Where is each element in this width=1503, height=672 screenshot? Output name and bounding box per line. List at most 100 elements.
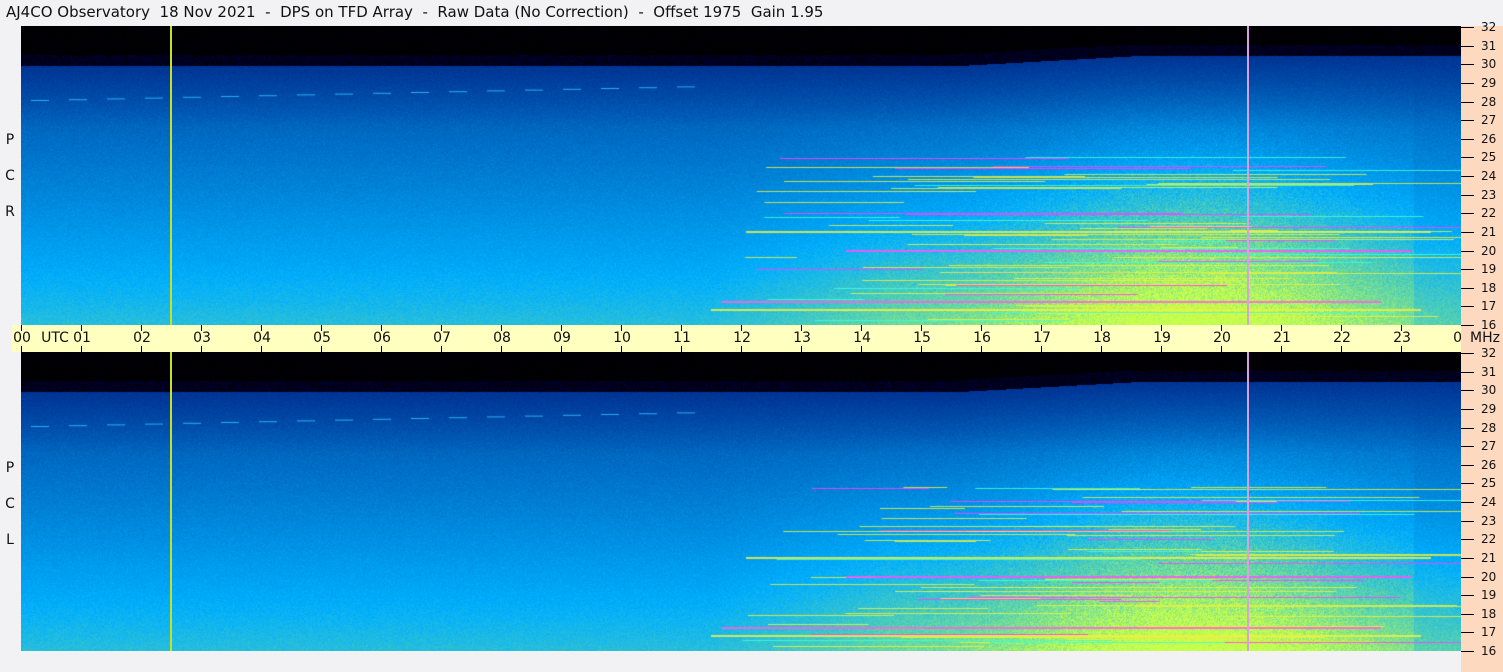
frequency-axis: 32 31 30 29 28 27 26 25 24 23 22 21 20 19 18 17 16 32 31 30… <box>1461 20 1503 672</box>
freq-tick-label: 31 <box>1481 38 1497 53</box>
time-tick <box>261 346 262 352</box>
freq-tick <box>1461 483 1474 485</box>
time-tick-label: 05 <box>313 330 331 346</box>
time-tick-label: 07 <box>433 330 451 346</box>
freq-tick <box>1461 353 1474 354</box>
time-tick <box>621 346 622 352</box>
time-tick <box>141 346 142 352</box>
freq-tick <box>1461 269 1474 271</box>
time-tick <box>201 346 202 352</box>
time-tick-label: 23 <box>1393 330 1411 346</box>
time-tick-label: 19 <box>1153 330 1171 346</box>
time-tick <box>441 346 442 352</box>
time-tick-label: 10 <box>613 330 631 346</box>
time-tick <box>561 346 562 352</box>
freq-tick <box>1461 157 1474 159</box>
freq-tick <box>1461 446 1474 448</box>
freq-tick <box>1461 287 1474 289</box>
time-tick <box>501 346 502 352</box>
time-tick <box>1281 346 1282 352</box>
freq-tick <box>1461 408 1474 410</box>
freq-tick-label: 29 <box>1481 401 1497 416</box>
time-tick <box>1401 346 1402 352</box>
freq-tick-label: 28 <box>1481 420 1497 435</box>
time-tick <box>1101 346 1102 352</box>
time-tick-label: 17 <box>1033 330 1051 346</box>
freq-tick <box>1461 120 1474 122</box>
freq-tick <box>1461 194 1474 196</box>
rcp-label-c: C <box>5 168 15 184</box>
freq-tick <box>1461 213 1474 215</box>
freq-tick-label: 20 <box>1481 243 1497 258</box>
freq-tick-label: 25 <box>1481 476 1497 491</box>
time-tick <box>81 346 82 352</box>
freq-tick-label: 30 <box>1481 57 1497 72</box>
freq-tick-label: 32 <box>1481 346 1497 360</box>
lcp-label-p: P <box>5 460 15 476</box>
time-tick-label: 11 <box>673 330 691 346</box>
freq-tick-label: 26 <box>1481 457 1497 472</box>
freq-tick-label: 22 <box>1481 532 1497 547</box>
time-marker-line <box>1247 26 1249 325</box>
freq-tick-label: 19 <box>1481 262 1497 277</box>
freq-tick <box>1461 613 1474 615</box>
time-tick-label: 13 <box>793 330 811 346</box>
freq-tick-label: 19 <box>1481 588 1497 603</box>
time-tick-label: 16 <box>973 330 991 346</box>
freq-tick <box>1461 250 1474 252</box>
time-axis: 00 UTC 01 02 03 04 05 06 07 08 09 10 11 12 13 14 15 16 17 1… <box>12 325 1471 352</box>
time-tick-label: 01 <box>73 330 91 346</box>
freq-tick-label: 25 <box>1481 150 1497 165</box>
freq-tick <box>1461 539 1474 541</box>
time-tick <box>381 346 382 352</box>
time-tick <box>21 346 22 352</box>
time-tick-label: 08 <box>493 330 511 346</box>
freq-tick <box>1461 27 1474 28</box>
time-tick-label: 18 <box>1093 330 1111 346</box>
freq-tick-label: 32 <box>1481 20 1497 34</box>
freq-tick-label: 30 <box>1481 383 1497 398</box>
freq-tick-label: 16 <box>1481 644 1497 658</box>
freq-tick <box>1461 306 1474 308</box>
freq-tick <box>1461 520 1474 522</box>
freq-tick-label: 21 <box>1481 224 1497 239</box>
time-tick-label: 21 <box>1273 330 1291 346</box>
time-marker-line <box>1247 352 1249 651</box>
freq-tick <box>1461 371 1474 373</box>
time-marker-line <box>170 352 172 651</box>
freq-tick <box>1461 101 1474 103</box>
freq-tick-label: 22 <box>1481 206 1497 221</box>
time-tick <box>1341 346 1342 352</box>
time-tick-label: 03 <box>193 330 211 346</box>
time-tick-label: 20 <box>1213 330 1231 346</box>
freq-tick <box>1461 557 1474 559</box>
freq-tick-label: 18 <box>1481 606 1497 621</box>
freq-tick-label: 21 <box>1481 550 1497 565</box>
freq-tick <box>1461 390 1474 392</box>
freq-tick-label: 17 <box>1481 299 1497 314</box>
freq-tick <box>1461 632 1474 634</box>
freq-tick-label: 23 <box>1481 513 1497 528</box>
freq-tick <box>1461 502 1474 503</box>
lcp-label: P C L <box>2 450 18 558</box>
freq-tick <box>1461 464 1474 466</box>
time-tick-label: 22 <box>1333 330 1351 346</box>
time-tick <box>861 346 862 352</box>
time-tick <box>921 346 922 352</box>
freq-tick-label: 24 <box>1481 169 1497 183</box>
freq-tick-label: 28 <box>1481 94 1497 109</box>
spectrogram-lcp-canvas <box>21 352 1461 651</box>
freq-tick <box>1461 176 1474 177</box>
freq-tick <box>1461 138 1474 140</box>
time-tick-label: 12 <box>733 330 751 346</box>
time-tick <box>981 346 982 352</box>
time-tick <box>1041 346 1042 352</box>
time-tick-label: 06 <box>373 330 391 346</box>
spectrogram-rcp-canvas <box>21 26 1461 325</box>
mhz-unit-label: MHz <box>1470 330 1500 346</box>
freq-tick <box>1461 82 1474 84</box>
freq-tick-label: 31 <box>1481 364 1497 379</box>
lcp-label-c: C <box>5 496 15 512</box>
freq-tick <box>1461 595 1474 597</box>
time-tick-label: 14 <box>853 330 871 346</box>
